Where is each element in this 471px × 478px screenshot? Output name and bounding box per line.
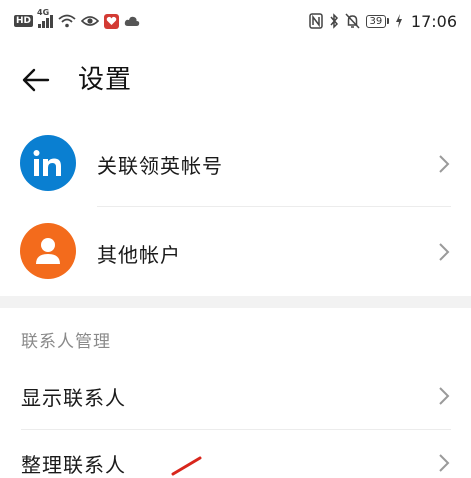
- mute-bell-icon: [345, 13, 360, 29]
- linkedin-account-row[interactable]: 关联领英帐号: [0, 125, 471, 205]
- status-bar: HD 4G 39 17:06: [0, 0, 471, 42]
- display-contacts-row[interactable]: 显示联系人: [0, 363, 471, 429]
- battery-icon: 39: [365, 14, 389, 28]
- chevron-right-icon: [439, 454, 450, 472]
- back-button[interactable]: [18, 62, 54, 98]
- person-icon: [20, 223, 76, 279]
- organize-contacts-row[interactable]: 整理联系人: [0, 432, 471, 477]
- section-header-contacts: 联系人管理: [21, 332, 111, 352]
- linkedin-account-label: 关联领英帐号: [97, 154, 223, 178]
- divider: [97, 206, 451, 207]
- wifi-icon: [58, 14, 76, 28]
- chevron-right-icon: [439, 243, 450, 261]
- display-contacts-label: 显示联系人: [21, 386, 126, 410]
- eye-icon: [81, 14, 100, 28]
- cloud-icon: [124, 15, 140, 27]
- nfc-icon: [309, 13, 323, 29]
- organize-contacts-label: 整理联系人: [21, 453, 126, 477]
- section-separator: [0, 296, 471, 308]
- charging-icon: [395, 14, 403, 28]
- battery-level: 39: [365, 14, 386, 28]
- network-type: 4G: [37, 8, 50, 17]
- divider: [21, 429, 451, 430]
- red-annotation-stroke: [171, 456, 202, 476]
- other-accounts-row[interactable]: 其他帐户: [0, 210, 471, 294]
- page-title: 设置: [78, 65, 133, 95]
- linkedin-icon: [20, 135, 76, 191]
- other-accounts-label: 其他帐户: [97, 243, 181, 267]
- app-notification-icon: [104, 13, 120, 29]
- bluetooth-icon: [329, 13, 339, 29]
- status-bar-right: 39 17:06: [309, 11, 457, 31]
- hd-badge: HD: [14, 15, 34, 27]
- chevron-right-icon: [439, 155, 450, 173]
- status-bar-left: HD 4G: [14, 8, 140, 31]
- back-arrow-icon: [22, 68, 50, 92]
- cell-signal-icon: 4G: [37, 8, 54, 28]
- chevron-right-icon: [439, 387, 450, 405]
- clock: 17:06: [410, 11, 457, 31]
